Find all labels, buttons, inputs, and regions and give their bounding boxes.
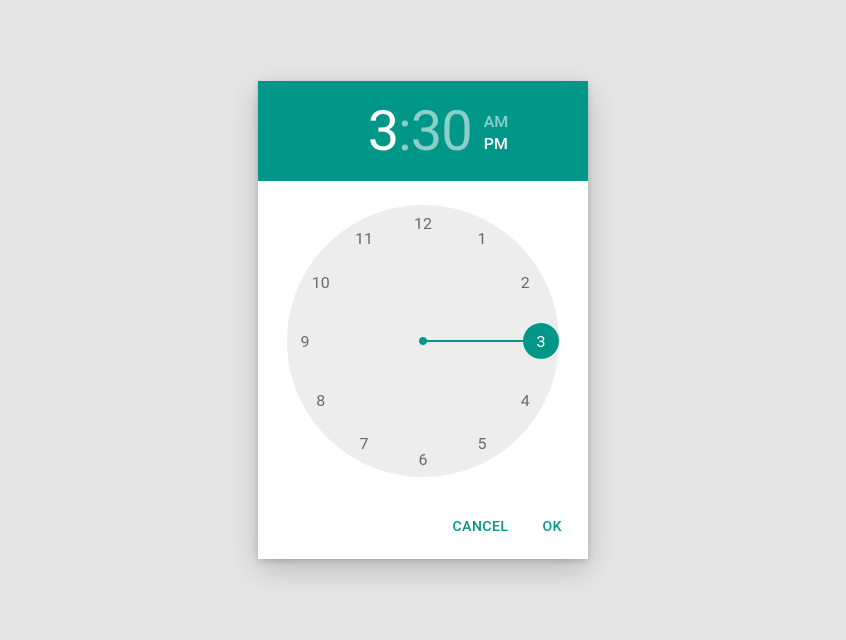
time-display: 3 : 30 <box>368 98 472 164</box>
clock-hour-5[interactable]: 5 <box>464 425 500 461</box>
clock-center-dot <box>419 337 427 345</box>
hour-value[interactable]: 3 <box>368 98 398 164</box>
clock-hour-9[interactable]: 9 <box>287 323 323 359</box>
clock-hour-11[interactable]: 11 <box>346 221 382 257</box>
pm-option[interactable]: PM <box>484 133 509 155</box>
clock-hour-6[interactable]: 6 <box>405 441 441 477</box>
cancel-button[interactable]: CANCEL <box>441 511 521 543</box>
clock-face[interactable]: 12 12 3 45678 9 1011 <box>287 205 559 477</box>
time-picker-dialog: 3 : 30 AM PM 12 12 3 45678 9 1011 CANCEL OK <box>258 81 588 559</box>
time-picker-header: 3 : 30 AM PM <box>258 81 588 181</box>
clock-hour-3[interactable]: 3 <box>523 323 559 359</box>
clock-hour-7[interactable]: 7 <box>346 425 382 461</box>
clock-hour-8[interactable]: 8 <box>303 382 339 418</box>
time-colon: : <box>398 98 411 164</box>
dialog-actions: CANCEL OK <box>258 501 588 559</box>
clock-hand <box>423 340 524 342</box>
clock-hour-4[interactable]: 4 <box>507 382 543 418</box>
clock-hour-2[interactable]: 2 <box>507 264 543 300</box>
minute-value[interactable]: 30 <box>411 98 472 164</box>
ampm-toggle: AM PM <box>484 111 509 156</box>
ok-button[interactable]: OK <box>531 511 575 543</box>
clock-hour-12[interactable]: 12 <box>405 205 441 241</box>
clock-container: 12 12 3 45678 9 1011 <box>258 181 588 501</box>
am-option[interactable]: AM <box>484 111 509 133</box>
clock-hour-1[interactable]: 1 <box>464 221 500 257</box>
clock-hour-10[interactable]: 10 <box>303 264 339 300</box>
